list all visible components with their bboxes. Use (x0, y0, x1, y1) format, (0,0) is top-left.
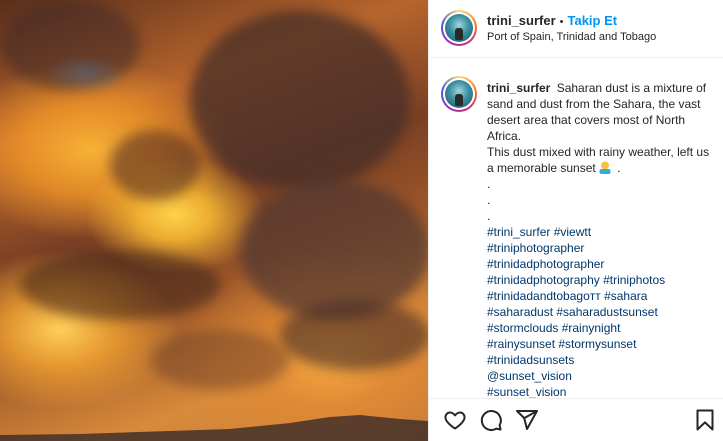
caption-paragraph-1: trini_surfer Saharan dust is a mixture o… (487, 80, 715, 144)
cloud-shape (190, 10, 410, 190)
caption-dot-line: . (487, 177, 491, 191)
cloud-shape (280, 300, 428, 370)
hashtag-line[interactable]: #rainysunset #stormysunset (487, 336, 715, 352)
follow-button[interactable]: Takip Et (568, 13, 618, 28)
post-photo[interactable] (0, 0, 428, 441)
action-bar (429, 398, 723, 441)
separator-dot: • (559, 16, 564, 28)
comment-icon (480, 410, 502, 431)
hashtag-line[interactable]: #trinidadphotography #triniphotos (487, 272, 715, 288)
cloud-shape (150, 330, 290, 390)
caption-period: . (617, 161, 621, 175)
caption-dot-line: . (487, 209, 491, 223)
hashtag-line[interactable]: #stormclouds #rainynight (487, 320, 715, 336)
share-button[interactable] (515, 408, 541, 434)
save-button[interactable] (693, 408, 719, 434)
post-header: trini_surfer • Takip Et Port of Spain, Tri… (429, 0, 723, 58)
comment-button[interactable] (479, 408, 505, 434)
caption-paragraph-2: This dust mixed with rainy weather, left… (487, 144, 715, 176)
hashtag-line[interactable]: #trinidadandtobagoтт #sahara (487, 288, 715, 304)
avatar[interactable] (441, 10, 477, 46)
hashtag-line[interactable]: #trinidadsunsets (487, 352, 715, 368)
username-link[interactable]: trini_surfer (487, 13, 556, 28)
bookmark-icon (696, 409, 714, 431)
cloud-shape (0, 0, 140, 90)
caption-area: trini_surfer Saharan dust is a mixture o… (429, 58, 723, 398)
hashtag-line[interactable]: #sunset_vision (487, 384, 715, 398)
header-user-line: trini_surfer • Takip Et (487, 13, 617, 28)
hashtag-line[interactable]: #trinidadphotographer (487, 256, 715, 272)
hashtag-line[interactable]: #triniphotographer (487, 240, 715, 256)
mention-link[interactable]: @sunset_vision (487, 368, 715, 384)
hashtag-line[interactable]: #saharadust #saharadustsunset (487, 304, 715, 320)
cloud-shape (20, 250, 220, 320)
mountain-silhouette (0, 415, 428, 441)
caption-avatar[interactable] (441, 76, 477, 112)
cloud-shape (110, 130, 200, 200)
heart-icon (444, 411, 466, 430)
post-detail-panel: trini_surfer • Takip Et Port of Spain, Tri… (428, 0, 723, 441)
caption-username-link[interactable]: trini_surfer (487, 81, 550, 95)
person-emoji-icon (599, 161, 611, 174)
caption-text: trini_surfer Saharan dust is a mixture o… (487, 80, 715, 398)
like-button[interactable] (443, 408, 469, 434)
cloud-shape (240, 180, 428, 320)
location-link[interactable]: Port of Spain, Trinidad and Tobago (487, 31, 656, 43)
share-icon (516, 410, 538, 430)
caption-dot-line: . (487, 193, 491, 207)
hashtag-line[interactable]: #trini_surfer #viewtt (487, 224, 715, 240)
